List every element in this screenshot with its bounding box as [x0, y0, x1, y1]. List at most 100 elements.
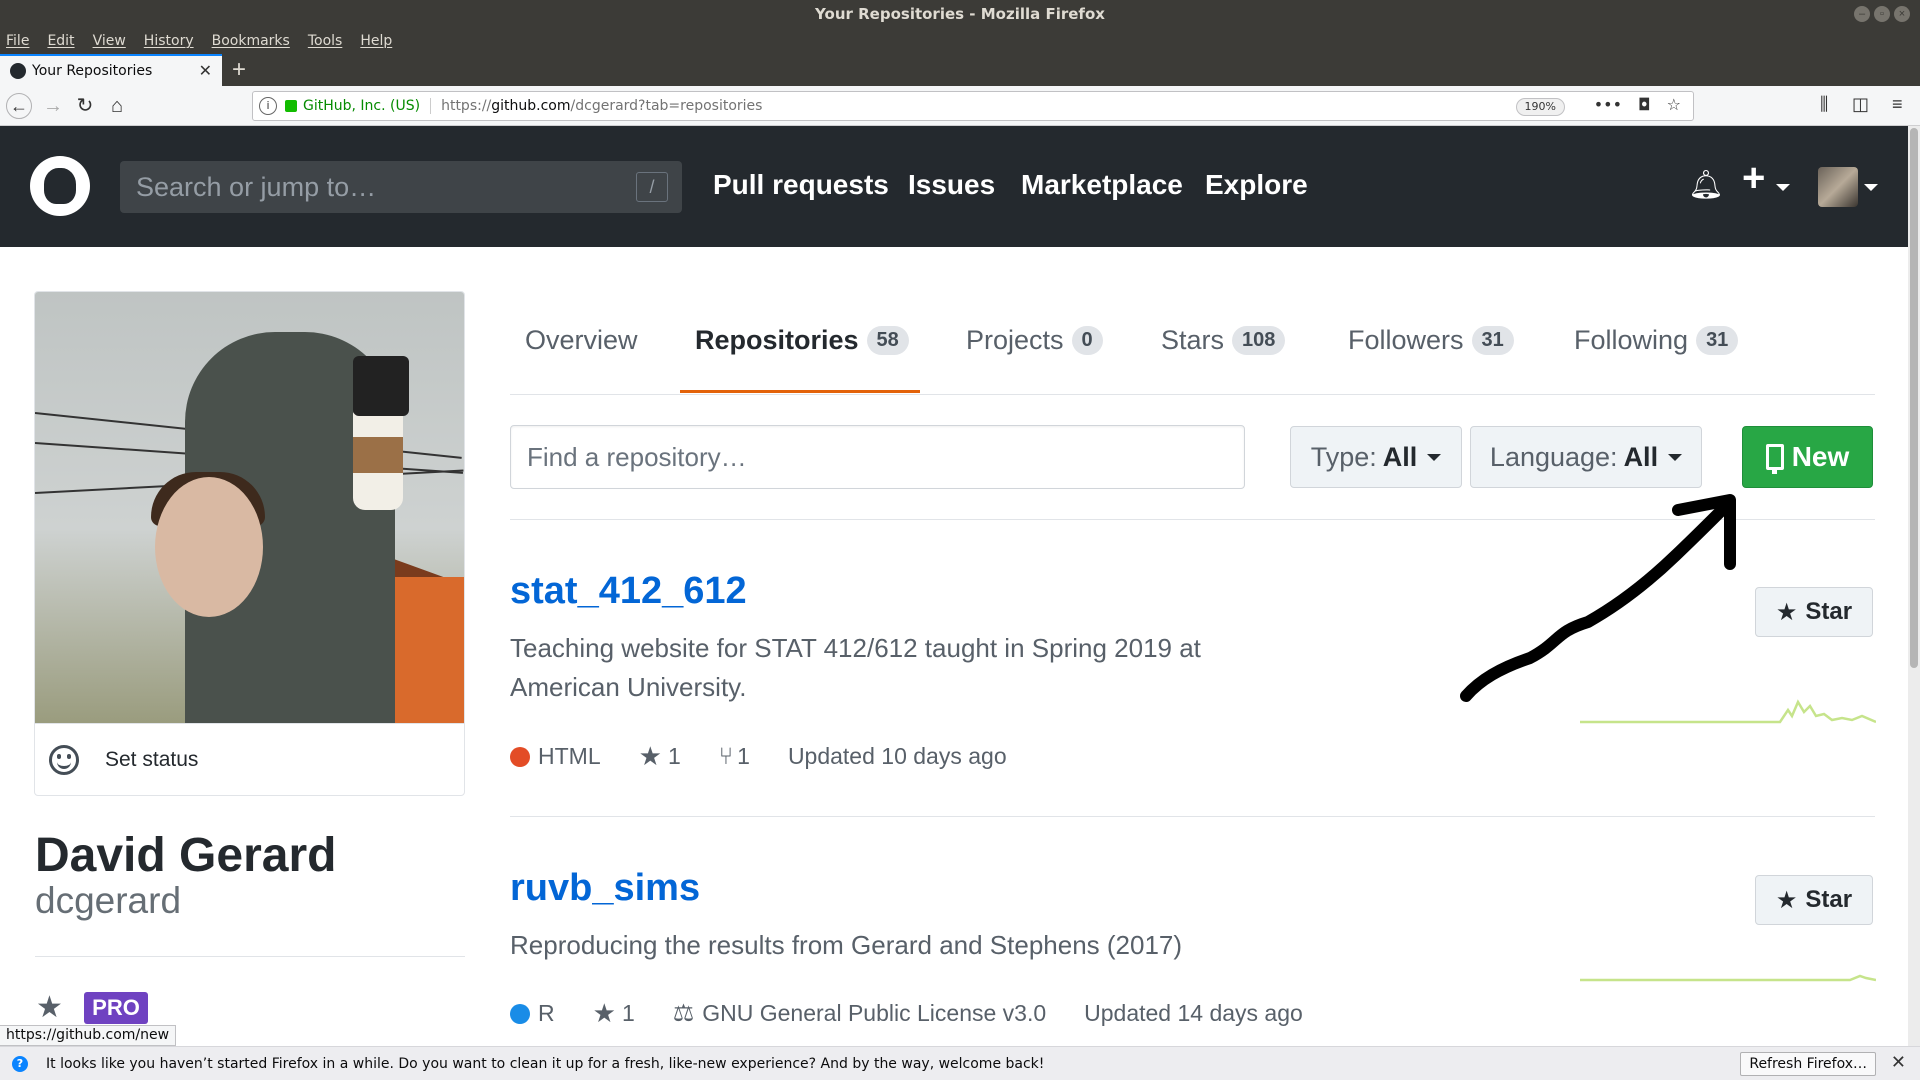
close-tab-icon[interactable]: ✕ — [199, 61, 212, 80]
url-bar[interactable]: i GitHub, Inc. (US) https://github.com/d… — [252, 91, 1694, 121]
chevron-down-icon[interactable] — [1776, 184, 1790, 191]
repo-icon — [1765, 444, 1784, 474]
notifications-bell-icon[interactable]: 🔔︎ — [1688, 168, 1724, 201]
menu-view[interactable]: View — [93, 33, 126, 49]
menu-tools[interactable]: Tools — [308, 33, 343, 49]
new-tab-icon[interactable]: + — [232, 56, 246, 84]
close-icon[interactable]: ✕ — [1891, 1052, 1906, 1073]
github-header: / Pull requests Issues Marketplace Explo… — [0, 126, 1908, 247]
tab-projects-label: Projects — [966, 325, 1064, 355]
maximize-icon[interactable]: ▫ — [1874, 6, 1890, 22]
tab-following[interactable]: Following 31 — [1574, 325, 1739, 356]
menu-help[interactable]: Help — [360, 33, 392, 49]
minimize-icon[interactable]: – — [1854, 6, 1870, 22]
menu-bar: File Edit View History Bookmarks Tools H… — [0, 28, 1920, 54]
find-repository-field[interactable] — [510, 425, 1245, 489]
annotation-arrow — [1460, 494, 1736, 702]
hamburger-menu-icon[interactable]: ≡ — [1892, 94, 1903, 115]
browser-tab[interactable]: Your Repositories ✕ — [0, 54, 222, 86]
menu-bookmarks[interactable]: Bookmarks — [212, 33, 290, 49]
repo-updated: Updated 14 days ago — [1084, 1000, 1303, 1026]
pocket-icon[interactable]: ◘ — [1638, 95, 1651, 114]
profile-photo[interactable] — [35, 292, 464, 723]
pro-badge: PRO — [84, 992, 148, 1024]
nav-pull-requests[interactable]: Pull requests — [713, 169, 889, 201]
tab-stars[interactable]: Stars 108 — [1161, 325, 1286, 356]
tab-followers-label: Followers — [1348, 325, 1464, 355]
repo-description: Teaching website for STAT 412/612 taught… — [510, 633, 1201, 702]
active-tab-indicator — [680, 390, 920, 393]
language-color-dot — [510, 1003, 530, 1024]
forward-icon[interactable]: → — [40, 93, 66, 119]
chevron-down-icon — [1668, 453, 1683, 461]
library-icon[interactable]: ⫼ — [1820, 94, 1828, 115]
sidebar-icon[interactable]: ◫ — [1852, 94, 1869, 115]
scrollbar-thumb[interactable] — [1910, 128, 1918, 668]
github-search-input[interactable] — [120, 161, 682, 213]
set-status-label: Set status — [105, 747, 199, 771]
tab-projects[interactable]: Projects 0 — [966, 325, 1103, 356]
star-icon: ★ — [638, 741, 662, 771]
star-button[interactable]: ★ Star — [1755, 875, 1873, 925]
user-avatar[interactable] — [1818, 167, 1858, 207]
url-path: /dcgerard?tab=repositories — [570, 98, 763, 114]
repo-license: GNU General Public License v3.0 — [702, 1000, 1047, 1026]
home-icon[interactable]: ⌂ — [104, 93, 130, 119]
github-favicon-icon — [10, 63, 26, 79]
info-icon: ? — [12, 1055, 28, 1072]
menu-file[interactable]: File — [6, 33, 29, 49]
activity-sparkline — [1580, 974, 1876, 982]
reload-icon[interactable]: ↻ — [72, 93, 98, 119]
language-filter-label: Language: — [1489, 441, 1618, 472]
tab-repositories[interactable]: Repositories 58 — [695, 325, 909, 356]
tab-overview[interactable]: Overview — [525, 325, 638, 356]
repo-forks-count[interactable]: 1 — [737, 743, 750, 770]
url-host: github.com — [491, 98, 571, 114]
star-icon: ★ — [1775, 598, 1798, 626]
window-title: Your Repositories - Mozilla Firefox — [0, 0, 1920, 28]
refresh-firefox-button[interactable]: Refresh Firefox… — [1740, 1052, 1876, 1076]
chevron-down-icon[interactable] — [1864, 184, 1878, 191]
language-filter-value: All — [1623, 441, 1659, 472]
profile-photo-card: Set status — [34, 291, 465, 796]
language-filter-dropdown[interactable]: Language: All — [1470, 426, 1702, 488]
star-button[interactable]: ★ Star — [1755, 587, 1873, 637]
tab-following-label: Following — [1574, 325, 1689, 355]
new-repository-button[interactable]: New — [1742, 426, 1873, 488]
find-repository-input[interactable] — [511, 426, 1244, 488]
repo-updated: Updated 10 days ago — [787, 743, 1007, 769]
bookmark-star-icon[interactable]: ☆ — [1667, 95, 1681, 114]
repo-stars-count[interactable]: 1 — [622, 1000, 635, 1027]
nav-marketplace[interactable]: Marketplace — [1021, 169, 1183, 201]
close-window-icon[interactable]: × — [1894, 6, 1910, 22]
repo-name-link[interactable]: ruvb_sims — [510, 867, 700, 910]
menu-history[interactable]: History — [144, 33, 194, 49]
menu-edit[interactable]: Edit — [47, 33, 74, 49]
notification-message: It looks like you haven’t started Firefo… — [46, 1055, 1045, 1072]
nav-issues[interactable]: Issues — [908, 169, 995, 201]
new-repository-label: New — [1791, 441, 1850, 472]
page-scrollbar[interactable] — [1908, 126, 1920, 1046]
browser-tab-title: Your Repositories — [32, 63, 153, 79]
search-hotkey-hint: / — [636, 172, 668, 202]
notification-bar: ? It looks like you haven’t started Fire… — [0, 1046, 1920, 1080]
back-icon[interactable]: ← — [6, 93, 32, 119]
repo-name-link[interactable]: stat_412_612 — [510, 570, 747, 613]
github-logo-icon[interactable] — [30, 156, 90, 216]
create-new-plus-icon[interactable]: + — [1742, 156, 1765, 201]
set-status-button[interactable]: Set status — [35, 723, 464, 795]
star-icon: ★ — [592, 998, 616, 1028]
site-identity[interactable]: GitHub, Inc. (US) — [303, 98, 432, 114]
url-text[interactable]: https://github.com/dcgerard?tab=reposito… — [441, 98, 762, 114]
tab-followers[interactable]: Followers 31 — [1348, 325, 1514, 356]
repo-stars-count[interactable]: 1 — [668, 743, 681, 770]
zoom-indicator[interactable]: 190% — [1515, 98, 1565, 116]
url-prefix: https:// — [441, 98, 492, 114]
page-actions-icon[interactable]: ••• — [1594, 95, 1622, 114]
repo-description: Reproducing the results from Gerard and … — [510, 930, 1183, 960]
type-filter-dropdown[interactable]: Type: All — [1290, 426, 1462, 488]
site-info-icon[interactable]: i — [259, 97, 277, 115]
nav-explore[interactable]: Explore — [1205, 169, 1308, 201]
github-search[interactable]: / — [120, 161, 682, 213]
navigation-toolbar: ← → ↻ ⌂ i GitHub, Inc. (US) https://gith… — [0, 86, 1920, 126]
